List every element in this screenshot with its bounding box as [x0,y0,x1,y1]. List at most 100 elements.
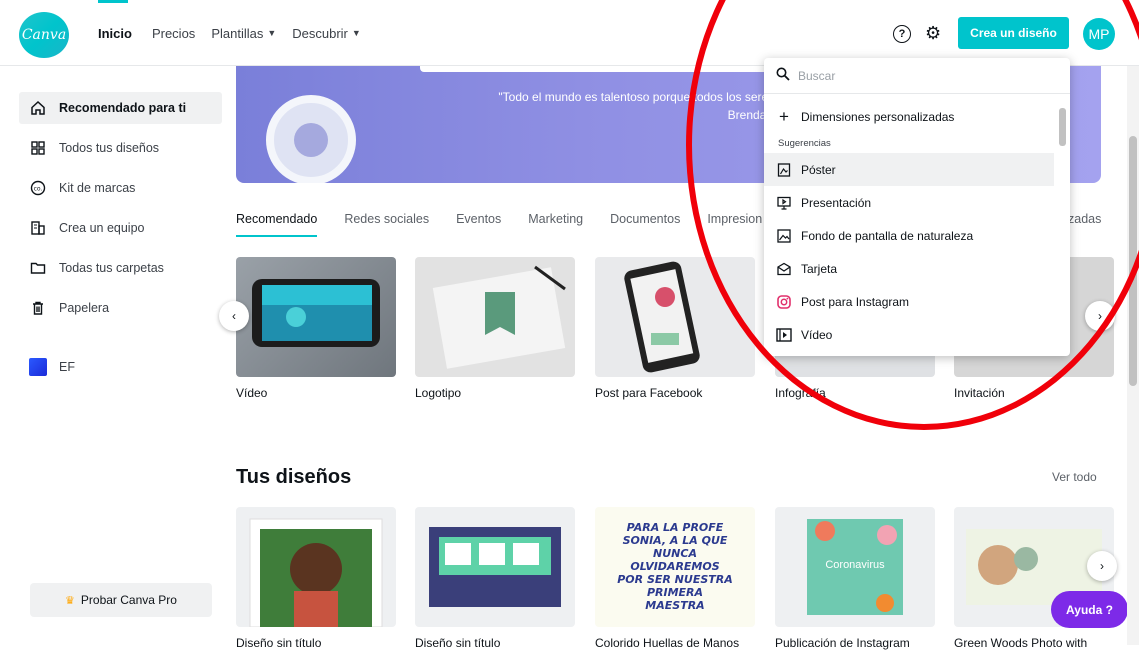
design-card-text: Coronavirus [825,559,885,571]
tab-documents[interactable]: Documentos [610,205,680,237]
carousel-next-button[interactable]: › [1085,301,1115,331]
template-label: Logotipo [415,386,462,400]
menu-item-presentation[interactable]: Presentación [764,186,1054,219]
dropdown-scrollbar[interactable] [1057,94,1067,350]
design-label: Publicación de Instagram [775,636,910,650]
search-placeholder: Buscar [798,68,836,83]
sidebar-item-label: Todas tus carpetas [59,261,164,275]
try-pro-button[interactable]: ♛ Probar Canva Pro [30,583,212,617]
sidebar-item-recommended[interactable]: Recomendado para ti [19,92,222,124]
menu-item-instagram[interactable]: Post para Instagram [764,285,1054,318]
chevron-down-icon: ▼ [267,28,277,38]
chevron-down-icon: ▼ [351,28,361,38]
team-square-icon [29,358,47,376]
help-chat-button[interactable]: Ayuda ? [1051,591,1128,628]
menu-item-poster[interactable]: Póster [764,153,1054,186]
grid-icon [29,139,47,157]
sidebar-item-team-ef[interactable]: EF [19,351,222,383]
design-card[interactable] [236,507,396,627]
tab-marketing[interactable]: Marketing [528,205,583,237]
nav-descubrir[interactable]: Descubrir ▼ [292,0,361,66]
phone-image [252,279,380,347]
search-icon [776,67,790,84]
avatar[interactable]: MP [1083,18,1115,50]
sidebar: Recomendado para ti Todos tus diseños co… [0,66,232,645]
sidebar-item-label: Papelera [59,301,110,315]
design-card[interactable]: PARA LA PROFE SONIA, A LA QUE NUNCA OLVI… [595,507,755,627]
design-thumbnail [429,527,561,607]
try-pro-label: Probar Canva Pro [80,593,177,607]
sidebar-item-folders[interactable]: Todas tus carpetas [19,252,222,284]
menu-item-label: Dimensiones personalizadas [801,109,955,124]
poster-icon [776,162,792,178]
tab-custom[interactable]: zadas [1068,212,1101,226]
tab-print[interactable]: Impresion [707,205,762,237]
nav-label: Descubrir [292,25,348,41]
sidebar-item-label: Todos tus diseños [59,141,160,155]
menu-item-card[interactable]: Tarjeta [764,252,1054,285]
your-designs-title: Tus diseños [236,466,352,488]
create-design-button[interactable]: Crea un diseño [958,17,1069,49]
tab-social[interactable]: Redes sociales [344,205,429,237]
menu-item-label: Póster [801,162,836,177]
menu-item-wallpaper[interactable]: Fondo de pantalla de naturaleza [764,219,1054,252]
menu-item-label: Presentación [801,195,872,210]
menu-item-label: Post para Instagram [801,294,910,309]
phone-image [624,261,700,373]
suggestions-header: Sugerencias [778,137,831,149]
page-scrollbar[interactable] [1127,66,1139,645]
chevron-left-icon: ‹ [232,309,236,323]
nav-inicio[interactable]: Inicio [98,0,132,66]
plus-icon: + [779,106,789,126]
canva-logo[interactable]: Canva [19,12,69,58]
see-all-link[interactable]: Ver todo [1052,470,1097,484]
sidebar-item-label: Kit de marcas [59,181,136,195]
sidebar-item-create-team[interactable]: Crea un equipo [19,212,222,244]
trash-icon [29,299,47,317]
hero-search-input[interactable] [420,65,780,72]
logo-image [432,265,566,369]
template-label: Post para Facebook [595,386,703,400]
folder-icon [29,259,47,277]
main-nav: Inicio Precios Plantillas ▼ Descubrir ▼ [98,0,381,66]
template-label: Infografía [775,386,826,400]
dropdown-scrollbar-thumb[interactable] [1059,108,1066,146]
help-icon[interactable]: ? [893,25,911,43]
nav-plantillas[interactable]: Plantillas ▼ [211,0,276,66]
sidebar-item-trash[interactable]: Papelera [19,292,222,324]
image-icon [776,228,792,244]
design-card-text: PARA LA PROFE SONIA, A LA QUE NUNCA OLVI… [617,521,733,612]
template-card-video[interactable] [236,257,396,377]
crown-icon: ♛ [65,594,75,607]
gear-icon[interactable]: ⚙ [925,24,941,42]
scrollbar-thumb[interactable] [1129,136,1137,386]
template-card-logo[interactable] [415,257,575,377]
dropdown-search[interactable]: Buscar [764,58,1070,94]
template-card-facebook[interactable] [595,257,755,377]
nav-label: Precios [151,25,196,41]
sidebar-item-brand-kit[interactable]: co. Kit de marcas [19,172,222,204]
designs-next-button[interactable]: › [1087,551,1117,581]
menu-item-video[interactable]: Vídeo [764,318,1054,351]
svg-text:co.: co. [34,186,43,193]
card-icon [776,261,792,277]
chevron-right-icon: › [1100,559,1104,573]
design-card[interactable]: Coronavirus [775,507,935,627]
nav-precios[interactable]: Precios [152,0,195,66]
brand-kit-icon: co. [29,179,47,197]
top-bar: Canva Inicio Precios Plantillas ▼ Descubr… [0,0,1139,66]
design-card[interactable] [415,507,575,627]
instagram-icon [776,294,792,310]
chevron-right-icon: › [1098,309,1102,323]
team-icon [29,219,47,237]
tab-recommended[interactable]: Recomendado [236,205,318,237]
category-tabs: Recomendado Redes sociales Eventos Marke… [236,205,789,237]
tab-events[interactable]: Eventos [456,205,501,237]
menu-item-label: Vídeo [801,327,833,342]
custom-dimensions-item[interactable]: + Dimensiones personalizadas [764,100,1054,133]
nav-label: Inicio [98,25,132,41]
sidebar-item-all-designs[interactable]: Todos tus diseños [19,132,222,164]
carousel-prev-button[interactable]: ‹ [219,301,249,331]
create-design-dropdown: Buscar + Dimensiones personalizadas Suge… [764,58,1070,356]
design-label: Diseño sin título [415,636,501,650]
